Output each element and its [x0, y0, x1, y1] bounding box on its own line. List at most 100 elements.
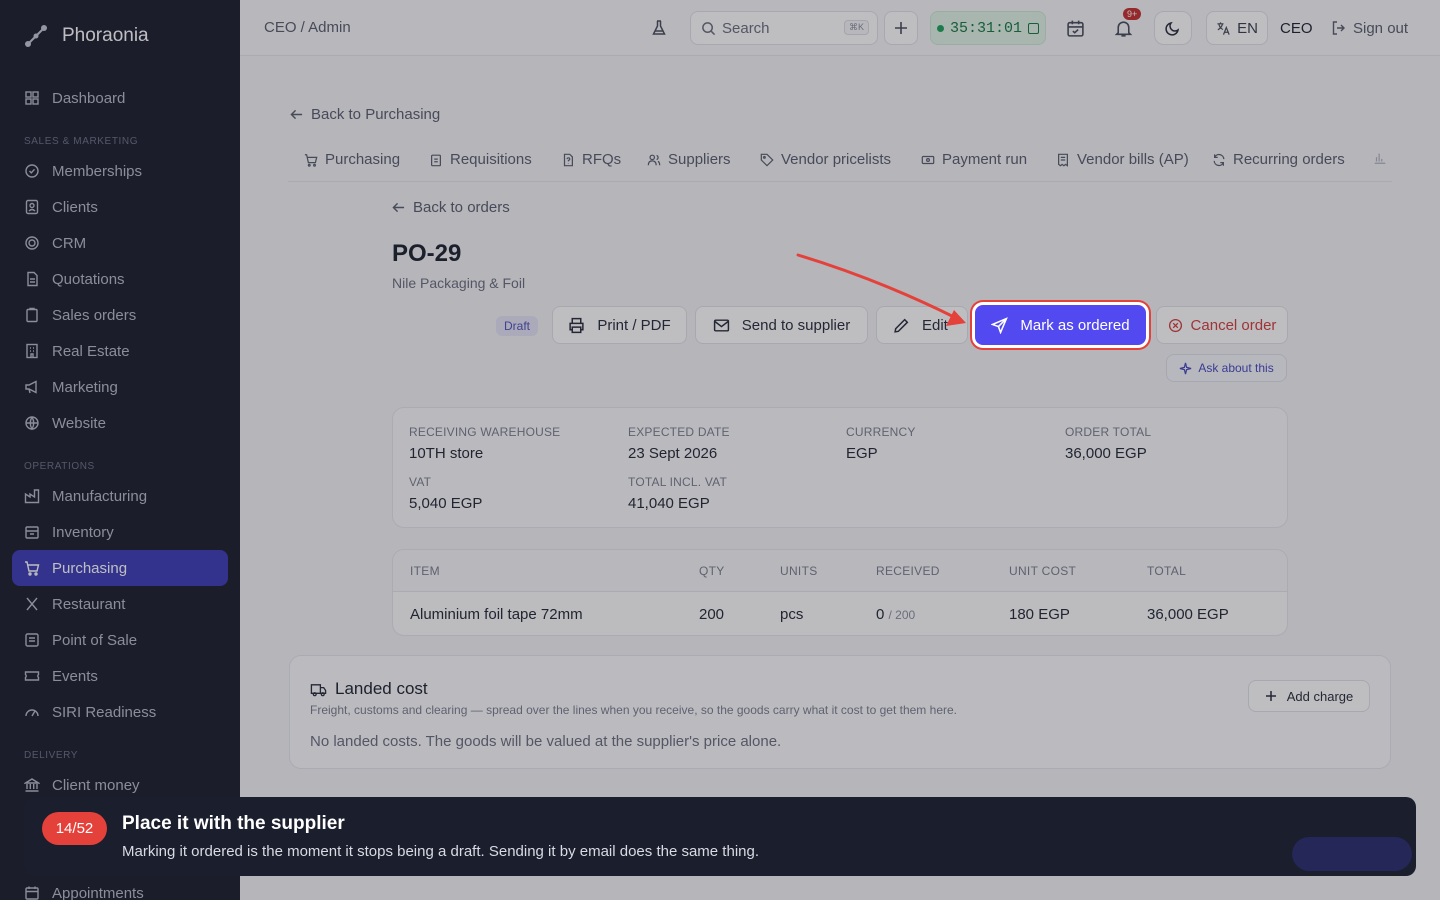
tag-icon — [760, 153, 774, 167]
page-title: PO-29 — [392, 240, 462, 267]
line-qty: 200 — [699, 606, 725, 623]
edit-button[interactable]: Edit — [876, 306, 968, 344]
refresh-icon — [1213, 153, 1225, 166]
sidebar-item-siri-readiness[interactable]: SIRI Readiness — [12, 694, 228, 730]
back-to-purchasing-link[interactable]: Back to Purchasing — [290, 106, 440, 123]
sidebar-item-real-estate[interactable]: Real Estate — [12, 333, 228, 369]
search-input[interactable]: Search ⌘K — [690, 11, 878, 45]
column-header: RECEIVED — [876, 564, 940, 578]
order-summary-card: RECEIVING WAREHOUSE 10TH store EXPECTED … — [392, 407, 1288, 528]
tab-suppliers[interactable]: Suppliers — [647, 151, 731, 168]
target-icon — [25, 236, 39, 250]
sidebar-item-dashboard[interactable]: Dashboard — [12, 80, 228, 116]
tour-next-button[interactable] — [1292, 837, 1412, 871]
send-icon — [991, 316, 1009, 334]
tab-requisitions[interactable]: Requisitions — [429, 151, 532, 168]
print-pdf-label: Print / PDF — [597, 316, 671, 334]
language-button[interactable]: EN — [1206, 11, 1268, 45]
utensils-icon — [26, 597, 38, 611]
box-icon — [25, 526, 39, 539]
tab-rfqs[interactable]: RFQs — [561, 151, 621, 168]
warehouse-value: 10TH store — [409, 445, 484, 462]
back-to-orders-link[interactable]: Back to orders — [392, 199, 510, 216]
print-pdf-button[interactable]: Print / PDF — [552, 306, 687, 344]
sidebar-item-website[interactable]: Website — [12, 405, 228, 441]
role-label[interactable]: CEO — [1280, 11, 1313, 45]
ask-about-this-button[interactable]: Ask about this — [1166, 354, 1287, 382]
bell-icon — [1114, 20, 1133, 37]
sidebar-item-label: CRM — [52, 234, 87, 252]
vat-label: VAT — [409, 475, 432, 489]
sidebar-item-quotations[interactable]: Quotations — [12, 261, 228, 297]
mark-as-ordered-button[interactable]: Mark as ordered — [975, 305, 1146, 345]
calendar-button[interactable] — [1066, 11, 1085, 45]
printer-icon — [569, 317, 584, 333]
pencil-icon — [894, 318, 909, 333]
add-charge-button[interactable]: Add charge — [1248, 680, 1370, 712]
clipboard-icon — [26, 307, 38, 323]
file-question-icon — [563, 153, 573, 166]
mail-icon — [713, 318, 729, 332]
order-lines-table: ITEM QTY UNITS RECEIVED UNIT COST TOTAL … — [392, 549, 1288, 636]
sidebar-item-clients[interactable]: Clients — [12, 189, 228, 225]
logo-icon — [25, 25, 47, 47]
signout-button[interactable]: Sign out — [1331, 11, 1408, 45]
search-icon — [702, 21, 716, 35]
tour-step-counter: 14/52 — [42, 812, 107, 845]
tab-label: Purchasing — [325, 151, 401, 168]
sidebar-item-label: Events — [52, 667, 98, 685]
tab-payment-run[interactable]: Payment run — [921, 151, 1027, 168]
brand[interactable]: Phoraonia — [22, 22, 149, 50]
tab-label: Requisitions — [450, 151, 532, 168]
sidebar-item-appointments[interactable]: Appointments — [12, 875, 228, 900]
tab-label: Vendor pricelists — [781, 151, 892, 168]
column-header: UNITS — [780, 564, 818, 578]
column-header: ITEM — [410, 564, 440, 578]
cart-icon — [25, 561, 40, 576]
ticket-icon — [24, 671, 40, 681]
tab-overflow[interactable] — [1373, 151, 1387, 165]
tour-body: Marking it ordered is the moment it stop… — [122, 843, 760, 860]
theme-toggle[interactable] — [1154, 11, 1192, 45]
plus-icon — [1265, 691, 1276, 701]
landed-cost-empty: No landed costs. The goods will be value… — [310, 733, 782, 750]
sidebar-item-manufacturing[interactable]: Manufacturing — [12, 478, 228, 514]
sidebar-item-marketing[interactable]: Marketing — [12, 369, 228, 405]
column-header: QTY — [699, 564, 725, 578]
lab-button[interactable] — [650, 11, 668, 45]
add-button[interactable] — [884, 11, 918, 45]
sidebar-item-events[interactable]: Events — [12, 658, 228, 694]
back-to-orders-label: Back to orders — [413, 199, 510, 216]
received-of: / 200 — [888, 608, 916, 622]
landed-cost-card: Landed cost Freight, customs and clearin… — [289, 655, 1391, 769]
tab-vendor-bills[interactable]: Vendor bills (AP) — [1056, 151, 1189, 168]
sidebar-item-label: Purchasing — [52, 559, 128, 577]
sidebar-item-label: SIRI Readiness — [52, 703, 157, 721]
search-placeholder: Search — [722, 19, 770, 37]
tab-recurring-orders[interactable]: Recurring orders — [1212, 151, 1345, 168]
expected-date-label: EXPECTED DATE — [628, 425, 730, 439]
currency-value: EGP — [846, 445, 878, 462]
main-content: CEO / Admin Search ⌘K 35:31:01 9+ EN CEO… — [240, 0, 1440, 900]
sidebar-item-inventory[interactable]: Inventory — [12, 514, 228, 550]
sidebar-item-point-of-sale[interactable]: Point of Sale — [12, 622, 228, 658]
sidebar-item-memberships[interactable]: Memberships — [12, 153, 228, 189]
tab-vendor-pricelists[interactable]: Vendor pricelists — [760, 151, 891, 168]
sidebar-item-purchasing[interactable]: Purchasing — [12, 550, 228, 586]
factory-icon — [24, 489, 40, 504]
users-icon — [647, 154, 661, 165]
building-icon — [26, 343, 38, 359]
sidebar-item-label: Memberships — [52, 162, 143, 180]
timer-badge[interactable]: 35:31:01 — [930, 11, 1046, 45]
cancel-order-button[interactable]: Cancel order — [1156, 306, 1288, 344]
sidebar-item-label: Sales orders — [52, 306, 137, 324]
sidebar-item-crm[interactable]: CRM — [12, 225, 228, 261]
nav-section-operations: OPERATIONS — [24, 461, 95, 472]
send-to-supplier-button[interactable]: Send to supplier — [695, 306, 868, 344]
sidebar-item-sales-orders[interactable]: Sales orders — [12, 297, 228, 333]
sidebar-item-restaurant[interactable]: Restaurant — [12, 586, 228, 622]
line-unit-cost: 180 EGP — [1009, 606, 1070, 623]
total-incl-vat-label: TOTAL INCL. VAT — [628, 475, 728, 489]
tour-title: Place it with the supplier — [122, 813, 345, 834]
tab-purchasing[interactable]: Purchasing — [304, 151, 400, 168]
